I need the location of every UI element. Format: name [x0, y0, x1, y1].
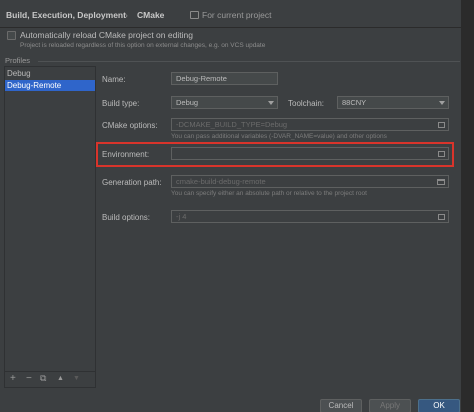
name-label: Name:	[102, 75, 126, 84]
move-up-icon[interactable]: ▲	[57, 375, 64, 382]
breadcrumb-current: CMake	[137, 10, 165, 20]
expand-icon[interactable]	[438, 214, 445, 220]
chevron-down-icon	[268, 101, 274, 105]
breadcrumb-parent[interactable]: Build, Execution, Deployment	[6, 10, 126, 20]
profile-item-debug-remote[interactable]: Debug-Remote	[5, 80, 95, 91]
apply-button[interactable]: Apply	[369, 399, 411, 412]
name-input[interactable]: Debug-Remote	[171, 72, 278, 85]
cmake-options-input[interactable]: -DCMAKE_BUILD_TYPE=Debug	[171, 118, 449, 131]
chevron-down-icon	[439, 101, 445, 105]
cmake-options-value: -DCMAKE_BUILD_TYPE=Debug	[176, 120, 288, 129]
build-type-label: Build type:	[102, 99, 140, 108]
toolchain-label: Toolchain:	[288, 99, 325, 108]
environment-label: Environment:	[102, 150, 150, 159]
toolchain-select[interactable]: 88CNY	[337, 96, 449, 109]
profiles-section-label: Profiles	[5, 56, 31, 65]
generation-path-value: cmake-build-debug-remote	[176, 177, 266, 186]
window-edge	[461, 0, 474, 412]
build-type-value: Debug	[176, 98, 199, 107]
move-down-icon[interactable]: ▼	[73, 375, 80, 382]
cancel-button[interactable]: Cancel	[320, 399, 362, 412]
cmake-options-label: CMake options:	[102, 121, 158, 130]
folder-icon[interactable]	[437, 179, 445, 185]
ok-button[interactable]: OK	[418, 399, 460, 412]
build-options-label: Build options:	[102, 213, 151, 222]
generation-path-input[interactable]: cmake-build-debug-remote	[171, 175, 449, 188]
build-type-select[interactable]: Debug	[171, 96, 278, 109]
build-options-input[interactable]: -j 4	[171, 210, 449, 223]
profile-item-debug[interactable]: Debug	[5, 68, 95, 79]
auto-reload-hint: Project is reloaded regardless of this o…	[20, 42, 266, 49]
breadcrumb-separator: ›	[125, 10, 128, 20]
edit-environment-icon[interactable]	[438, 151, 445, 157]
profile-list[interactable]: Debug Debug-Remote	[4, 66, 96, 388]
cmake-options-hint: You can pass additional variables (-DVAR…	[171, 133, 387, 140]
scope-label: For current project	[202, 10, 272, 20]
auto-reload-checkbox[interactable]	[7, 31, 16, 40]
header: Build, Execution, Deployment › CMake For…	[0, 0, 474, 28]
project-scope-icon	[190, 11, 199, 19]
expand-icon[interactable]	[438, 122, 445, 128]
toolchain-value: 88CNY	[342, 98, 367, 107]
copy-profile-icon[interactable]: ⧉	[40, 373, 46, 384]
add-profile-icon[interactable]: +	[10, 373, 16, 384]
remove-profile-icon[interactable]: −	[26, 373, 32, 384]
generation-path-hint: You can specify either an absolute path …	[171, 190, 367, 197]
profiles-divider	[38, 61, 460, 62]
profile-toolbar: + − ⧉ ▲ ▼	[4, 371, 96, 387]
build-options-value: -j 4	[176, 212, 187, 221]
auto-reload-label[interactable]: Automatically reload CMake project on ed…	[20, 30, 193, 40]
generation-path-label: Generation path:	[102, 178, 162, 187]
environment-input[interactable]	[171, 147, 449, 160]
